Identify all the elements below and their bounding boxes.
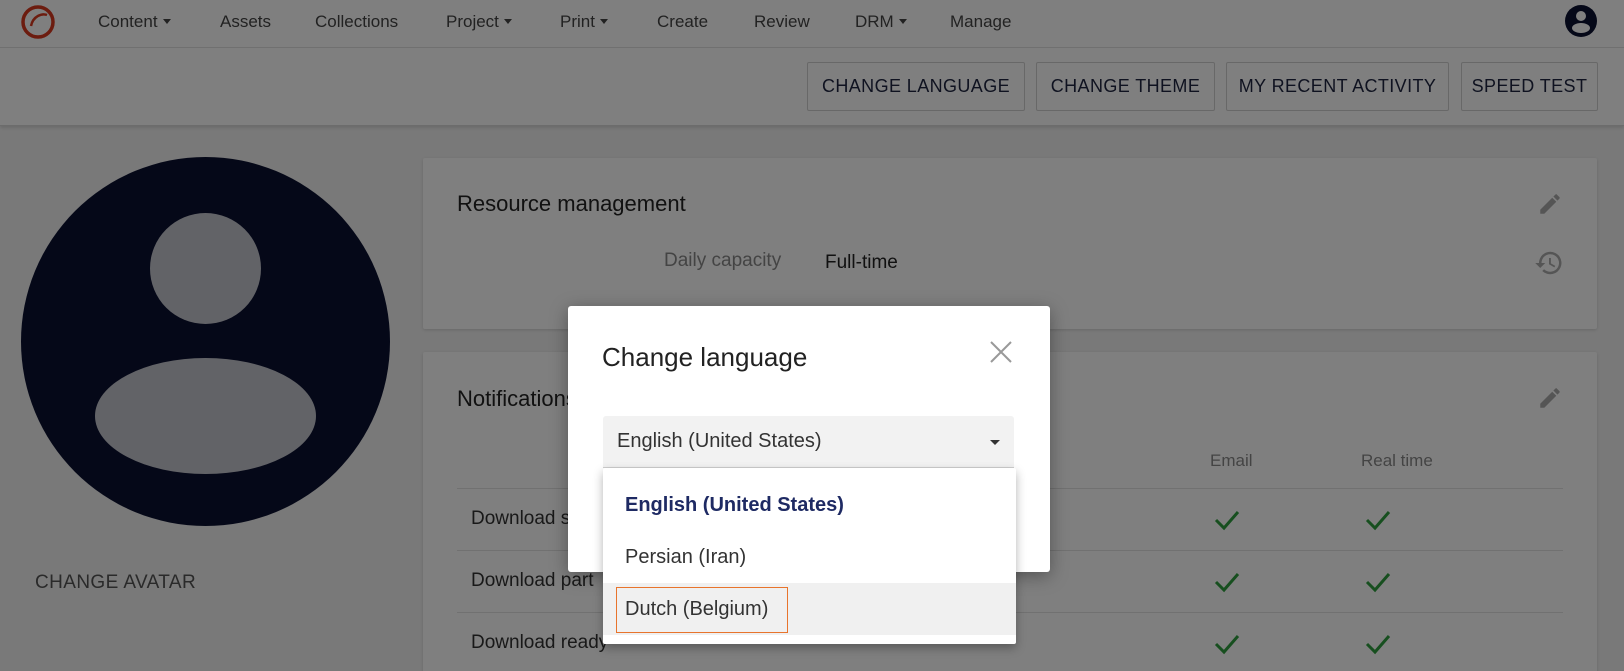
language-option-label: Persian (Iran) (625, 546, 747, 568)
language-option[interactable]: English (United States) (603, 479, 1016, 531)
language-select-value: English (United States) (617, 430, 822, 452)
language-option-label: Dutch (Belgium) (625, 598, 769, 620)
language-select[interactable]: English (United States) (603, 416, 1014, 468)
language-option-label: English (United States) (625, 494, 844, 516)
language-option[interactable]: Persian (Iran) (603, 531, 1016, 583)
close-icon[interactable] (989, 340, 1013, 364)
language-option[interactable]: Dutch (Belgium) (603, 583, 1016, 635)
chevron-down-icon (990, 440, 1000, 445)
language-dropdown-list: English (United States) Persian (Iran) D… (603, 468, 1016, 644)
dialog-title: Change language (602, 342, 808, 372)
